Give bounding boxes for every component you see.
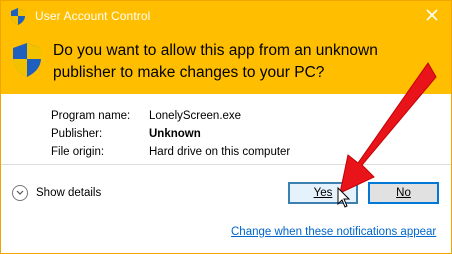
detail-value: Unknown: [149, 128, 201, 140]
detail-value: Hard drive on this computer: [149, 146, 291, 158]
red-arrow-annotation: [339, 62, 437, 194]
change-notifications-link[interactable]: Change when these notifications appear: [231, 226, 436, 238]
show-details-toggle[interactable]: Show details: [12, 183, 101, 203]
detail-label: Publisher:: [51, 128, 103, 140]
uac-shield-icon: [11, 8, 25, 25]
detail-row-publisher: Publisher: Unknown: [51, 125, 290, 143]
window-title: User Account Control: [35, 9, 151, 23]
mouse-cursor-icon: [337, 187, 351, 208]
chevron-down-icon[interactable]: [12, 185, 28, 201]
title-bar[interactable]: User Account Control: [1, 1, 451, 32]
detail-row-program: Program name: LonelyScreen.exe: [51, 107, 290, 125]
uac-shield-large-icon: [13, 43, 41, 77]
detail-row-origin: File origin: Hard drive on this computer: [51, 143, 290, 161]
detail-label: File origin:: [51, 146, 105, 158]
close-icon[interactable]: [423, 6, 441, 24]
show-details-label[interactable]: Show details: [36, 187, 101, 199]
details-table: Program name: LonelyScreen.exe Publisher:…: [51, 107, 290, 161]
detail-value: LonelyScreen.exe: [149, 110, 242, 122]
detail-label: Program name:: [51, 110, 131, 122]
